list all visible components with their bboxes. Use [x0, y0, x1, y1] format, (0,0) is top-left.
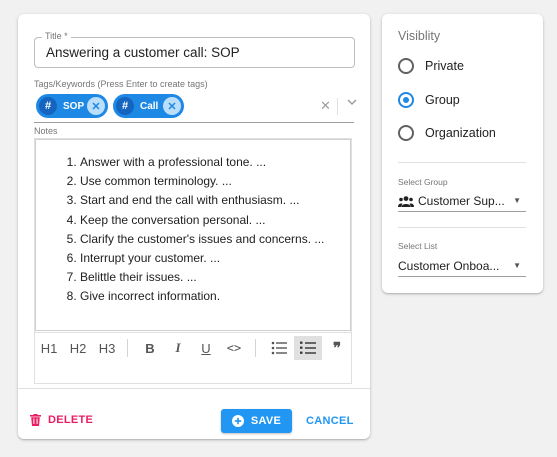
hash-icon: # — [39, 97, 57, 115]
editor-toolbar: H1 H2 H3 B I U <> ❞ — [35, 332, 351, 363]
save-button[interactable]: SAVE — [221, 409, 292, 433]
notes-content[interactable]: Answer with a professional tone. ... Use… — [35, 139, 351, 331]
trash-icon — [30, 414, 41, 426]
list-select[interactable]: Customer Onboa... ▼ — [398, 256, 526, 277]
notes-list: Answer with a professional tone. ... Use… — [36, 153, 324, 307]
tags-input[interactable]: # SOP ✕ # Call ✕ ✕ — [34, 94, 357, 123]
visibility-card: Visiblity Private Group Organization Sel… — [382, 14, 543, 293]
radio-label: Group — [425, 93, 460, 107]
tag-chip-sop[interactable]: # SOP ✕ — [36, 94, 108, 118]
radio-unchecked-icon[interactable] — [398, 125, 414, 141]
group-select[interactable]: Customer Sup... ▼ — [398, 191, 526, 212]
title-input[interactable]: Answering a customer call: SOP — [46, 45, 240, 60]
notes-label: Notes — [34, 126, 58, 136]
list-item: Interrupt your customer. ... — [80, 249, 324, 268]
list-item: Answer with a professional tone. ... — [80, 153, 324, 172]
radio-label: Private — [425, 59, 464, 73]
rich-text-editor: Answer with a professional tone. ... Use… — [34, 138, 352, 384]
visibility-title: Visiblity — [398, 29, 441, 43]
side-divider — [398, 162, 526, 163]
list-select-value: Customer Onboa... — [398, 259, 500, 273]
list-item: Start and end the call with enthusiasm. … — [80, 191, 324, 210]
heading3-button[interactable]: H3 — [95, 336, 119, 360]
delete-button[interactable]: DELETE — [30, 414, 93, 426]
list-select-label: Select List — [398, 241, 438, 251]
tag-chip-label: Call — [140, 100, 159, 112]
note-editor-card: Title * Answering a customer call: SOP T… — [18, 14, 370, 439]
tags-divider — [337, 98, 338, 115]
toolbar-divider — [255, 339, 256, 357]
underline-button[interactable]: U — [194, 336, 218, 360]
numbered-list-button[interactable] — [294, 336, 322, 360]
chevron-down-icon[interactable] — [346, 96, 358, 111]
title-field-label: Title * — [42, 31, 71, 41]
caret-down-icon: ▼ — [513, 196, 521, 205]
heading2-button[interactable]: H2 — [66, 336, 90, 360]
visibility-option-organization[interactable]: Organization — [398, 125, 496, 141]
group-select-value: Customer Sup... — [418, 194, 505, 208]
tag-chip-call[interactable]: # Call ✕ — [113, 94, 184, 118]
save-label: SAVE — [250, 415, 282, 427]
remove-tag-icon[interactable]: ✕ — [163, 97, 181, 115]
close-icon[interactable]: ✕ — [320, 98, 331, 114]
tag-chip-label: SOP — [63, 100, 85, 112]
list-item: Give incorrect information. — [80, 287, 324, 306]
add-circle-icon — [231, 415, 244, 427]
radio-checked-icon[interactable] — [398, 92, 414, 108]
radio-unchecked-icon[interactable] — [398, 58, 414, 74]
toolbar-divider — [127, 339, 128, 357]
footer-divider — [18, 388, 370, 389]
quote-button[interactable]: ❞ — [325, 336, 349, 360]
remove-tag-icon[interactable]: ✕ — [87, 97, 105, 115]
visibility-option-private[interactable]: Private — [398, 58, 464, 74]
list-item: Use common terminology. ... — [80, 172, 324, 191]
delete-label: DELETE — [48, 414, 94, 426]
tags-label: Tags/Keywords (Press Enter to create tag… — [34, 79, 208, 89]
visibility-option-group[interactable]: Group — [398, 92, 460, 108]
numbered-list-icon — [300, 341, 316, 354]
bold-button[interactable]: B — [138, 336, 162, 360]
list-item: Belittle their issues. ... — [80, 268, 324, 287]
list-item: Clarify the customer's issues and concer… — [80, 230, 324, 249]
bullet-list-button[interactable] — [266, 336, 292, 360]
radio-label: Organization — [425, 126, 496, 140]
group-select-label: Select Group — [398, 177, 448, 187]
side-divider — [398, 227, 526, 228]
title-field[interactable]: Title * Answering a customer call: SOP — [34, 31, 355, 68]
heading1-button[interactable]: H1 — [37, 336, 61, 360]
group-icon — [398, 195, 414, 207]
caret-down-icon: ▼ — [513, 261, 521, 270]
list-item: Keep the conversation personal. ... — [80, 211, 324, 230]
italic-button[interactable]: I — [166, 336, 190, 360]
cancel-button[interactable]: CANCEL — [306, 415, 354, 427]
hash-icon: # — [116, 97, 134, 115]
code-button[interactable]: <> — [222, 336, 246, 360]
bullet-list-icon — [271, 341, 287, 355]
